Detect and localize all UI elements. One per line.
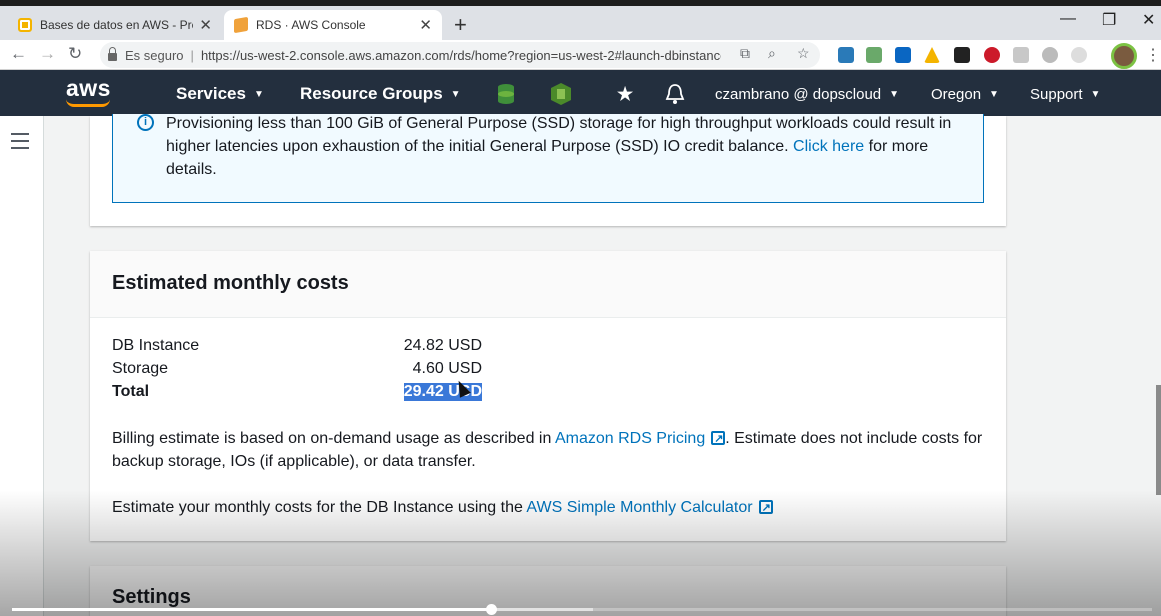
window-close-button[interactable]: ✕ — [1142, 10, 1155, 30]
extension-gray-icon[interactable] — [1013, 47, 1029, 63]
translate-icon[interactable]: ⧉ — [740, 45, 750, 62]
minimize-button[interactable]: — — [1060, 10, 1076, 28]
calculator-note: Estimate your monthly costs for the DB I… — [112, 496, 992, 520]
browser-menu-icon[interactable]: ⋮ — [1145, 45, 1161, 65]
region-menu[interactable]: Oregon ▼ — [931, 86, 999, 103]
rds-pricing-link[interactable]: Amazon RDS Pricing — [554, 428, 726, 451]
linkedin-icon[interactable] — [895, 47, 911, 63]
tab-rds-console[interactable]: RDS · AWS Console ✕ — [224, 10, 442, 40]
url-text[interactable]: https://us-west-2.console.aws.amazon.com… — [201, 48, 721, 63]
tab-slides[interactable]: Bases de datos en AWS - Presentac ✕ — [8, 10, 222, 40]
monthly-calculator-label: AWS Simple Monthly Calculator — [526, 499, 753, 516]
chevron-down-icon: ▼ — [989, 89, 999, 100]
profile-avatar[interactable] — [1111, 43, 1137, 69]
pin-icon[interactable]: ★ — [617, 84, 633, 105]
calculator-text: Estimate your monthly costs for the DB I… — [112, 499, 527, 516]
services-menu[interactable]: Services ▼ — [176, 84, 264, 104]
resource-groups-label: Resource Groups — [300, 84, 443, 103]
close-tab-icon[interactable]: ✕ — [419, 16, 432, 34]
secure-label: Es seguro — [125, 47, 184, 63]
chevron-down-icon: ▼ — [450, 89, 461, 100]
video-played-bar — [12, 608, 491, 611]
page-scrollbar[interactable] — [1156, 385, 1161, 495]
cost-label: Storage — [112, 360, 169, 377]
external-link-icon — [711, 428, 726, 451]
extension-e-icon[interactable] — [838, 47, 854, 63]
cost-row-storage: Storage 4.60 USD — [112, 360, 482, 383]
close-tab-icon[interactable]: ✕ — [199, 16, 212, 34]
browser-tab-bar: Bases de datos en AWS - Presentac ✕ RDS … — [0, 0, 1161, 40]
cost-row-total: Total 29.42 USD — [112, 383, 482, 406]
side-nav-strip — [0, 116, 44, 616]
extension-circle-icon[interactable] — [1071, 47, 1087, 63]
chevron-down-icon: ▼ — [889, 89, 900, 100]
restore-button[interactable]: ❐ — [1102, 10, 1116, 30]
opera-icon[interactable] — [984, 47, 1000, 63]
chevron-down-icon: ▼ — [1090, 89, 1101, 100]
cost-label: Total — [112, 383, 150, 400]
account-menu[interactable]: czambrano @ dopscloud ▼ — [715, 86, 899, 103]
slides-icon — [18, 18, 32, 32]
click-here-link[interactable]: Click here — [793, 138, 864, 155]
aws-navbar: aws Services ▼ Resource Groups ▼ ★ czambra… — [0, 70, 1161, 116]
forward-icon[interactable]: → — [39, 44, 56, 64]
amazon-icon[interactable] — [954, 47, 970, 63]
cost-label: DB Instance — [112, 337, 200, 354]
chevron-down-icon: ▼ — [253, 89, 264, 100]
rds-pricing-label: Amazon RDS Pricing — [554, 430, 706, 447]
info-alert: i Provisioning less than 100 GiB of Gene… — [112, 114, 984, 203]
new-tab-button[interactable]: + — [454, 12, 467, 38]
zoom-icon[interactable]: ⌕ — [768, 45, 776, 62]
bookmark-star-icon[interactable]: ☆ — [797, 45, 810, 62]
external-link-icon — [758, 497, 773, 520]
cost-value: 24.82 USD — [403, 337, 482, 354]
back-icon[interactable]: ← — [10, 44, 27, 64]
aws-cube-icon — [234, 16, 248, 34]
browser-toolbar: ← → ↻ Es seguro | https://us-west-2.cons… — [0, 40, 1161, 70]
cost-value: 4.60 USD — [412, 360, 482, 377]
billing-note: Billing estimate is based on on-demand u… — [112, 427, 992, 473]
cloudformation-shortcut-icon[interactable] — [551, 83, 571, 105]
info-icon: i — [137, 114, 154, 131]
cost-row-db-instance: DB Instance 24.82 USD — [112, 337, 482, 360]
aws-logo[interactable]: aws — [66, 75, 111, 102]
info-alert-text: Provisioning less than 100 GiB of Genera… — [166, 112, 966, 181]
region-label: Oregon — [931, 86, 982, 103]
divider: | — [190, 47, 194, 63]
billing-text: Billing estimate is based on on-demand u… — [112, 430, 555, 447]
video-scrubber-handle[interactable] — [485, 604, 497, 615]
resource-groups-menu[interactable]: Resource Groups ▼ — [300, 84, 461, 104]
cloud-icon[interactable] — [1042, 47, 1058, 63]
tab-title: Bases de datos en AWS - Presentac — [40, 18, 193, 32]
account-label: czambrano @ dopscloud — [715, 86, 882, 103]
lock-icon — [108, 47, 117, 61]
aws-smile-logo — [66, 99, 110, 107]
support-menu[interactable]: Support ▼ — [1030, 86, 1100, 103]
storage-card: i Provisioning less than 100 GiB of Gene… — [90, 114, 1006, 226]
extension-inbox-icon[interactable] — [866, 47, 882, 63]
monthly-calculator-link[interactable]: AWS Simple Monthly Calculator — [526, 497, 773, 520]
support-label: Support — [1030, 86, 1083, 103]
dynamodb-shortcut-icon[interactable] — [496, 83, 516, 105]
estimated-costs-card: Estimated monthly costs DB Instance 24.8… — [90, 251, 1006, 541]
drive-icon[interactable] — [924, 47, 940, 63]
tab-title: RDS · AWS Console — [256, 18, 366, 32]
bell-icon[interactable] — [665, 83, 685, 105]
services-label: Services — [176, 84, 246, 103]
hamburger-menu-icon[interactable] — [11, 133, 29, 154]
reload-icon[interactable]: ↻ — [68, 44, 82, 64]
costs-title: Estimated monthly costs — [90, 251, 1006, 318]
address-bar[interactable]: Es seguro | https://us-west-2.console.aw… — [100, 42, 820, 68]
